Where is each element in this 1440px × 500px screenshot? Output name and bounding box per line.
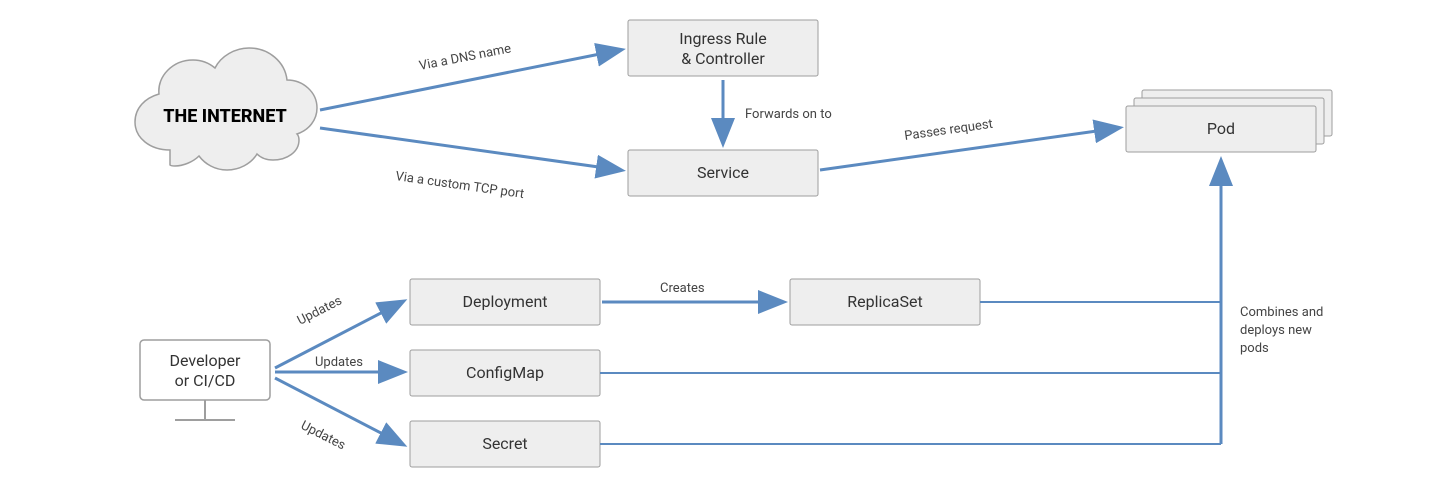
- configmap-label: ConfigMap: [466, 363, 544, 382]
- service-label: Service: [697, 163, 749, 182]
- pod-label: Pod: [1207, 119, 1235, 138]
- architecture-diagram: THE INTERNET Ingress Rule & Controller S…: [0, 0, 1440, 500]
- ingress-label-2: & Controller: [681, 49, 765, 68]
- edge-internet-service: [320, 128, 620, 170]
- edge-combines-1: Combines and: [1240, 305, 1323, 320]
- edge-creates-label: Creates: [660, 281, 705, 296]
- edge-combines-2: deploys new: [1240, 323, 1312, 338]
- edge-updates2-label: Updates: [315, 355, 363, 370]
- edge-updates3-label: Updates: [298, 418, 348, 453]
- ingress-label-1: Ingress Rule: [679, 29, 766, 48]
- replicaset-label: ReplicaSet: [847, 292, 922, 311]
- pod-node: Pod: [1126, 90, 1332, 152]
- replicaset-node: ReplicaSet: [790, 279, 980, 325]
- secret-node: Secret: [410, 421, 600, 467]
- developer-node: Developer or CI/CD: [140, 340, 270, 420]
- edge-dev-secret: [275, 378, 402, 444]
- internet-label: THE INTERNET: [163, 106, 287, 127]
- deployment-node: Deployment: [410, 279, 600, 325]
- developer-label-2: or CI/CD: [175, 371, 236, 390]
- developer-label-1: Developer: [170, 351, 242, 370]
- service-node: Service: [628, 150, 818, 196]
- edge-tcp-label: Via a custom TCP port: [394, 169, 525, 202]
- secret-label: Secret: [482, 434, 527, 453]
- deployment-label: Deployment: [462, 292, 547, 311]
- edge-forwards-label: Forwards on to: [745, 107, 832, 122]
- edge-passes-label: Passes request: [903, 117, 993, 144]
- edge-combines-3: pods: [1240, 341, 1269, 356]
- internet-node: THE INTERNET: [135, 48, 317, 170]
- configmap-node: ConfigMap: [410, 350, 600, 396]
- ingress-node: Ingress Rule & Controller: [628, 20, 818, 76]
- edge-updates1-label: Updates: [295, 293, 345, 328]
- edge-dns-label: Via a DNS name: [418, 41, 513, 74]
